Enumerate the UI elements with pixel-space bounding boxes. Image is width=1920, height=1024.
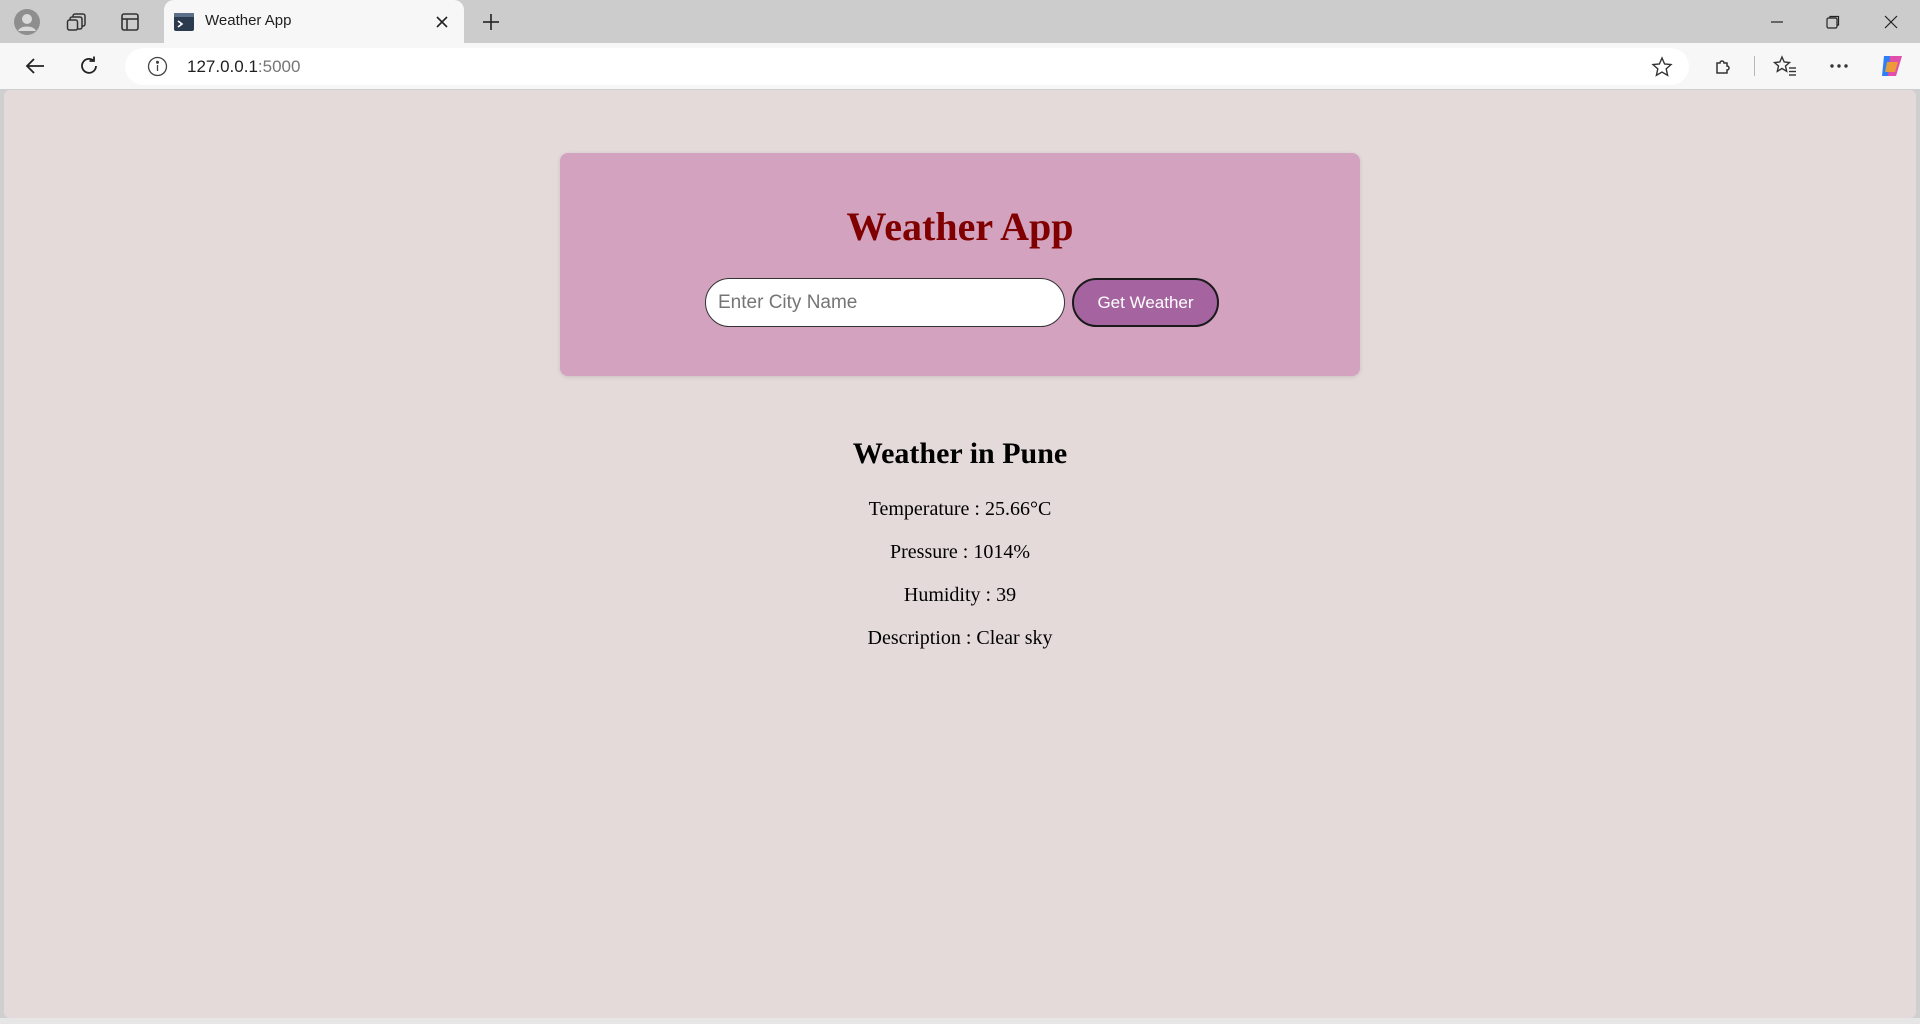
info-icon[interactable] [147,56,168,77]
back-icon[interactable] [17,49,53,83]
browser-titlebar: Weather App [0,0,1920,43]
refresh-icon[interactable] [71,49,107,83]
restore-icon[interactable] [1805,0,1861,43]
pressure-text: Pressure : 1014% [890,541,1030,563]
minimize-icon[interactable] [1749,0,1805,43]
window-bottom-edge [0,1018,1920,1024]
city-input[interactable] [705,278,1065,327]
plus-icon[interactable] [474,6,508,38]
get-weather-button[interactable]: Get Weather [1072,278,1219,327]
page-viewport: Weather App Get Weather Weather in Pune … [4,90,1916,1018]
description-text: Description : Clear sky [867,627,1053,649]
more-icon[interactable] [1821,49,1857,83]
extensions-icon[interactable] [1706,49,1742,83]
humidity-text: Humidity : 39 [903,584,1017,606]
copilot-icon[interactable] [1874,49,1910,83]
collections-icon[interactable] [61,6,93,38]
window-close-icon[interactable] [1863,0,1919,43]
toolbar-divider [1754,56,1755,76]
browser-tab[interactable]: Weather App [164,0,464,43]
page-title: Weather App [846,204,1074,249]
address-bar[interactable]: 127.0.0.1:5000 [125,48,1689,85]
temperature-text: Temperature : 25.66°C [868,498,1052,520]
browser-toolbar: 127.0.0.1:5000 [0,43,1920,89]
tab-actions-icon[interactable] [114,6,146,38]
close-icon[interactable] [426,6,458,38]
result-heading: Weather in Pune [852,437,1068,470]
search-card: Weather App Get Weather [560,153,1360,376]
terminal-favicon-icon [174,13,194,31]
url-port: :5000 [257,57,301,76]
star-icon[interactable] [1647,52,1677,82]
tab-title: Weather App [205,12,292,29]
url-text[interactable]: 127.0.0.1:5000 [187,57,300,77]
profile-icon[interactable] [11,6,43,38]
favorites-icon[interactable] [1767,49,1803,83]
url-host: 127.0.0.1 [187,57,258,76]
